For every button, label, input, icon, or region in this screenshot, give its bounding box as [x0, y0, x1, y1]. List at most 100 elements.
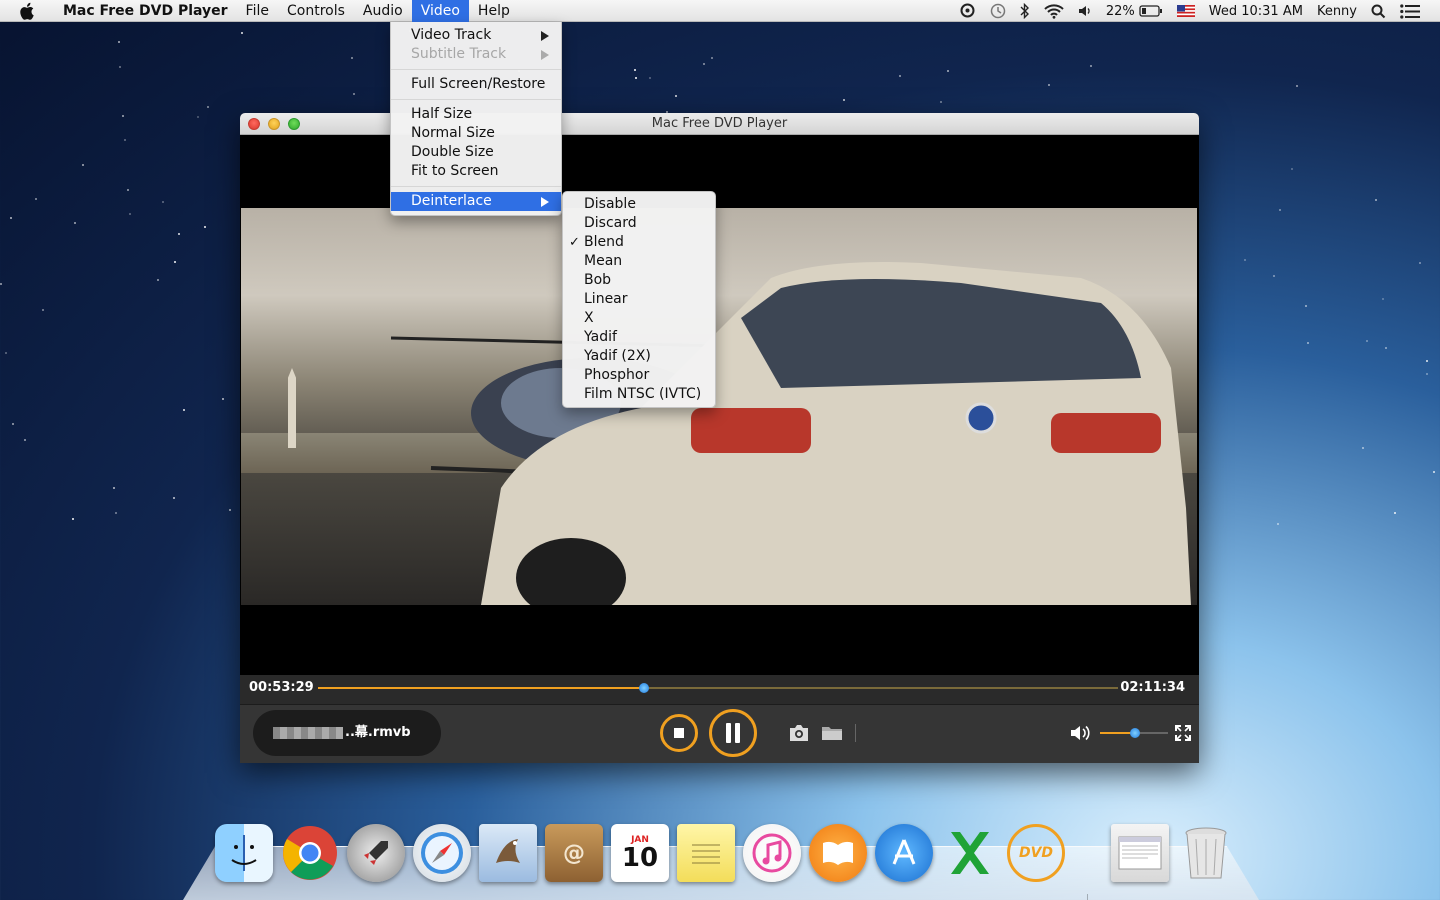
menu-item-double-size[interactable]: Double Size [391, 143, 561, 162]
submenu-arrow-icon [541, 50, 549, 60]
notes-icon[interactable] [677, 824, 735, 882]
speaker-icon[interactable] [1070, 724, 1092, 742]
spotlight-icon[interactable] [1371, 4, 1386, 19]
video-menu-dropdown: Video Track Subtitle Track Full Screen/R… [390, 22, 562, 216]
snapshot-camera-icon[interactable] [788, 724, 810, 742]
dock: @ JAN 10 DVD [215, 818, 1235, 900]
window-titlebar[interactable]: Mac Free DVD Player [240, 113, 1199, 135]
menu-app-name[interactable]: Mac Free DVD Player [54, 3, 237, 19]
volume-knob[interactable] [1130, 728, 1141, 738]
deinterlace-option-label: Disable [584, 196, 636, 212]
dvd-label: DVD [1018, 845, 1054, 861]
apple-menu-icon[interactable] [18, 2, 38, 20]
car-image [481, 262, 1191, 605]
submenu-arrow-icon [541, 31, 549, 41]
app-store-icon[interactable] [875, 824, 933, 882]
deinterlace-option-label: Bob [584, 272, 612, 288]
screen-search-icon[interactable] [960, 3, 976, 19]
deinterlace-option[interactable]: Mean [563, 252, 715, 271]
volume-icon[interactable] [1078, 4, 1092, 18]
deinterlace-option[interactable]: Discard [563, 214, 715, 233]
menu-separator [391, 186, 561, 187]
ibooks-icon[interactable] [809, 824, 867, 882]
deinterlace-option-label: Yadif [584, 329, 617, 345]
deinterlace-option-label: Blend [584, 234, 624, 250]
mail-icon[interactable] [479, 824, 537, 882]
finder-icon[interactable] [215, 824, 273, 882]
deinterlace-option-label: X [584, 310, 594, 326]
deinterlace-submenu: Disable Discard ✓ Blend Mean Bob Linear X Yadif Y… [562, 191, 716, 408]
menu-audio[interactable]: Audio [354, 0, 412, 22]
deinterlace-option[interactable]: Yadif [563, 328, 715, 347]
window-title: Mac Free DVD Player [651, 116, 788, 131]
launchpad-icon[interactable] [347, 824, 405, 882]
open-folder-icon[interactable] [821, 725, 843, 741]
deinterlace-option[interactable]: Yadif (2X) [563, 347, 715, 366]
deinterlace-option-label: Film NTSC (IVTC) [584, 386, 702, 402]
safari-icon[interactable] [413, 824, 471, 882]
deinterlace-option[interactable]: Phosphor [563, 366, 715, 385]
deinterlace-option[interactable]: ✓ Blend [563, 233, 715, 252]
deinterlace-option-label: Mean [584, 253, 623, 269]
svg-text:@: @ [563, 841, 585, 866]
wifi-icon[interactable] [1044, 3, 1064, 19]
deinterlace-option-label: Discard [584, 215, 637, 231]
menu-item-full-screen[interactable]: Full Screen/Restore [391, 75, 561, 94]
trash-icon[interactable] [1177, 824, 1235, 882]
player-controls: 00:53:29 02:11:34 ..幕.rmvb [240, 675, 1199, 763]
volume-slider[interactable] [1100, 728, 1168, 738]
menu-video[interactable]: Video [411, 0, 469, 22]
menu-item-deinterlace[interactable]: Deinterlace [391, 192, 561, 211]
notification-center-icon[interactable] [1400, 3, 1420, 19]
bluetooth-icon[interactable] [1020, 3, 1030, 19]
contacts-icon[interactable]: @ [545, 824, 603, 882]
deinterlace-option[interactable]: Film NTSC (IVTC) [563, 385, 715, 404]
zoom-button[interactable] [288, 118, 300, 130]
player-window: Mac Free DVD Player 00:53:29 02:11:34 ..… [240, 113, 1199, 763]
deinterlace-option[interactable]: Bob [563, 271, 715, 290]
clock[interactable]: Wed 10:31 AM [1209, 4, 1303, 19]
chrome-icon[interactable] [281, 824, 339, 882]
minimize-button[interactable] [268, 118, 280, 130]
itunes-icon[interactable] [743, 824, 801, 882]
excel-icon[interactable] [941, 824, 999, 882]
stop-button[interactable] [660, 714, 698, 752]
us-flag-icon[interactable] [1176, 5, 1195, 17]
pause-button[interactable] [709, 709, 757, 757]
deinterlace-option[interactable]: Disable [563, 195, 715, 214]
seek-knob[interactable] [638, 683, 649, 693]
menu-item-half-size[interactable]: Half Size [391, 105, 561, 124]
submenu-arrow-icon [541, 197, 549, 207]
battery-icon[interactable] [1139, 5, 1163, 17]
dvd-player-icon[interactable]: DVD [1007, 824, 1065, 882]
deinterlace-option[interactable]: Linear [563, 290, 715, 309]
menu-controls[interactable]: Controls [278, 0, 354, 22]
deinterlace-option[interactable]: X [563, 309, 715, 328]
close-button[interactable] [248, 118, 260, 130]
filename-pill[interactable]: ..幕.rmvb [253, 710, 441, 756]
menu-item-fit-to-screen[interactable]: Fit to Screen [391, 162, 561, 181]
seek-bar[interactable] [318, 683, 1118, 693]
menu-separator [391, 69, 561, 70]
deinterlace-option-label: Yadif (2X) [584, 348, 651, 364]
video-frame [241, 208, 1197, 605]
total-time: 02:11:34 [1120, 680, 1185, 695]
calendar-icon[interactable]: JAN 10 [611, 824, 669, 882]
menu-item-video-track[interactable]: Video Track [391, 26, 561, 45]
filename-label: ..幕.rmvb [345, 725, 411, 740]
deinterlace-option-label: Phosphor [584, 367, 650, 383]
current-time: 00:53:29 [249, 680, 314, 695]
calendar-day: 10 [621, 843, 659, 873]
fullscreen-icon[interactable] [1175, 725, 1191, 741]
menu-item-normal-size[interactable]: Normal Size [391, 124, 561, 143]
preview-icon[interactable] [1111, 824, 1169, 882]
time-machine-icon[interactable] [990, 3, 1006, 19]
video-area[interactable] [240, 135, 1199, 675]
battery-percent[interactable]: 22% [1106, 4, 1135, 19]
user-name[interactable]: Kenny [1317, 4, 1357, 19]
menu-help[interactable]: Help [469, 0, 519, 22]
menu-item-subtitle-track: Subtitle Track [391, 45, 561, 64]
control-bar: ..幕.rmvb [240, 704, 1199, 763]
menu-file[interactable]: File [237, 0, 278, 22]
status-area: 22% Wed 10:31 AM Kenny [960, 0, 1440, 22]
